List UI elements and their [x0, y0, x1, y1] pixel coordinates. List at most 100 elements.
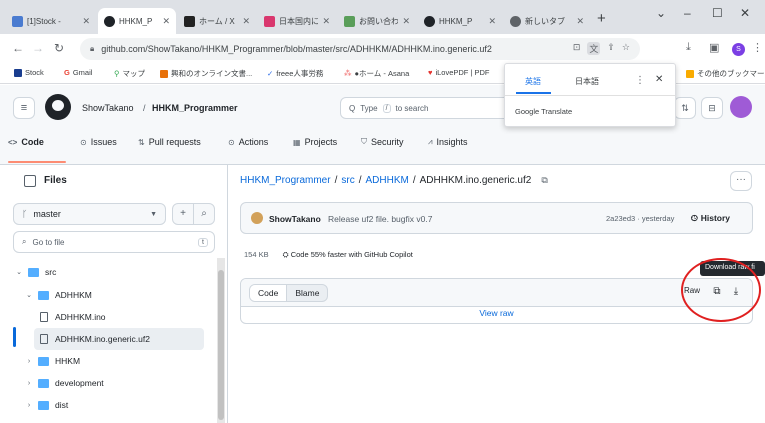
close-tab-icon[interactable]: ✕ — [242, 16, 250, 27]
browser-tab[interactable]: お問い合わ ✕ — [338, 8, 416, 34]
code-view-button[interactable]: Code — [250, 285, 288, 301]
site-favicon-icon — [264, 15, 275, 27]
user-avatar[interactable] — [730, 96, 752, 118]
chevron-right-icon[interactable]: › — [24, 380, 34, 387]
tree-item-adhhkm-ino[interactable]: ADHHKM.ino — [34, 306, 214, 328]
more-options-button[interactable]: ··· — [730, 171, 752, 191]
bookmark-item[interactable]: ⁂ ●ホーム - Asana — [344, 68, 409, 79]
github-logo-icon[interactable] — [45, 94, 71, 120]
close-window-button[interactable]: ✕ — [740, 6, 750, 20]
bookmark-star-icon[interactable]: ☆ — [622, 42, 630, 55]
go-to-file-input[interactable]: ⌕ Go to file t — [13, 231, 215, 253]
forward-arrow-icon[interactable]: → — [32, 41, 44, 55]
tab-actions[interactable]: ⊙ Actions — [228, 137, 268, 147]
close-tab-icon[interactable]: ✕ — [576, 16, 584, 27]
copilot-promo-link[interactable]: ⛭ Code 55% faster with GitHub Copilot — [283, 250, 413, 260]
chevron-down-icon[interactable]: ⌄ — [24, 291, 34, 299]
tree-item-dist[interactable]: › dist — [24, 394, 214, 416]
tree-item-adhhkm-uf2-selected[interactable]: ADHHKM.ino.generic.uf2 — [34, 328, 204, 350]
tab-issues[interactable]: ⊙ Issues — [80, 137, 117, 147]
sidebar-scrollbar[interactable] — [217, 258, 225, 423]
address-bar[interactable]: 🔒︎ github.com/ShowTakano/HHKM_Programmer… — [80, 38, 640, 60]
google-translate-popup: 英語 日本語 ⋮ ✕ Google Translate — [504, 63, 676, 127]
reload-icon[interactable]: ↻ — [54, 41, 64, 55]
github-search-input[interactable]: Q Type / to search — [340, 97, 530, 119]
view-raw-link[interactable]: View raw — [241, 308, 752, 318]
raw-button[interactable]: Raw — [684, 286, 700, 295]
translate-target-language-tab[interactable]: 日本語 — [575, 76, 599, 87]
history-label: History — [700, 213, 731, 223]
breadcrumb-separator: / — [358, 175, 362, 186]
translate-source-language-tab[interactable]: 英語 — [525, 76, 541, 87]
profile-avatar[interactable]: S — [732, 43, 745, 56]
download-raw-icon[interactable]: ⤓ — [728, 284, 744, 300]
bookmark-item[interactable]: ✓ freee人事労務 — [267, 68, 323, 79]
tab-pull-requests[interactable]: ⇅ Pull requests — [138, 137, 201, 147]
collapse-sidebar-icon[interactable] — [24, 175, 36, 187]
browser-tab[interactable]: 日本国内に ✕ — [258, 8, 336, 34]
chevron-down-icon[interactable]: ⌄ — [14, 268, 24, 276]
download-icon[interactable]: ⤓ — [686, 41, 691, 54]
bookmark-item[interactable]: G Gmail — [64, 68, 92, 77]
minimize-button[interactable]: – — [684, 6, 691, 20]
chevron-right-icon[interactable]: › — [24, 358, 34, 365]
commit-author-avatar[interactable] — [251, 212, 263, 224]
browser-tab-active[interactable]: HHKM_P ✕ — [98, 8, 176, 34]
blame-view-button[interactable]: Blame — [287, 285, 327, 301]
breadcrumb-dir-link[interactable]: ADHHKM — [365, 175, 408, 186]
copy-raw-icon[interactable]: ⧉ — [709, 284, 725, 300]
scrollbar-thumb[interactable] — [218, 270, 224, 420]
tab-security[interactable]: ⛉ Security — [361, 137, 404, 147]
close-tab-icon[interactable]: ✕ — [322, 16, 330, 27]
share-icon[interactable]: ⇪ — [607, 42, 615, 55]
browser-tab[interactable]: HHKM_P ✕ — [418, 8, 502, 34]
translate-icon[interactable]: 文 — [587, 42, 601, 55]
bookmark-item[interactable]: Stock — [14, 68, 44, 77]
close-tab-icon[interactable]: ✕ — [402, 16, 410, 27]
browser-tab[interactable]: [1]Stock - ✕ — [6, 8, 96, 34]
bookmark-item[interactable]: ⚲ マップ — [114, 68, 145, 79]
tab-insights[interactable]: ⩘ Insights — [428, 137, 468, 147]
maximize-button[interactable]: ☐ — [712, 6, 723, 20]
file-icon — [40, 312, 48, 322]
close-tab-icon[interactable]: ✕ — [82, 16, 90, 27]
other-bookmarks[interactable]: その他のブックマーク — [686, 68, 765, 79]
chevron-right-icon[interactable]: › — [24, 402, 34, 409]
close-tab-icon[interactable]: ✕ — [162, 16, 170, 27]
breadcrumb-src-link[interactable]: src — [341, 175, 354, 186]
search-files-button[interactable]: ⌕ — [193, 203, 215, 225]
tree-item-adhhkm[interactable]: ⌄ ADHHKM — [24, 284, 214, 306]
tab-code[interactable]: <> Code — [8, 137, 44, 147]
folder-icon — [38, 378, 49, 388]
side-panel-icon[interactable]: ▣ — [709, 41, 719, 54]
pull-requests-icon[interactable]: ⇅ — [674, 97, 696, 119]
google-lens-icon[interactable]: ⊡ — [573, 42, 581, 55]
commit-author-link[interactable]: ShowTakano — [269, 214, 321, 224]
copy-path-icon[interactable]: ⧉ — [541, 175, 547, 186]
translate-options-menu-icon[interactable]: ⋮ — [635, 75, 645, 86]
bookmark-item[interactable]: ♥ iLovePDF | PDF — [428, 68, 490, 77]
browser-menu-icon[interactable]: ⋮ — [752, 41, 763, 54]
browser-tab[interactable]: 新しいタブ ✕ — [504, 8, 590, 34]
new-tab-button[interactable]: + — [597, 10, 606, 27]
commit-hash-link[interactable]: 2a23ed3 · yesterday — [606, 214, 674, 223]
tab-search-chevron-icon[interactable]: ⌄ — [656, 6, 666, 20]
history-button[interactable]: 🕓︎ History — [691, 213, 730, 224]
tree-item-src[interactable]: ⌄ src — [14, 261, 214, 283]
close-icon[interactable]: ✕ — [655, 74, 663, 85]
add-file-button[interactable]: + — [172, 203, 194, 225]
bookmark-item[interactable]: 興和のオンライン文書... — [160, 68, 252, 79]
hamburger-menu-icon[interactable]: ≡ — [13, 97, 35, 119]
tab-projects[interactable]: ▦ Projects — [293, 137, 337, 147]
repo-owner-link[interactable]: ShowTakano — [82, 103, 134, 113]
repo-name-link[interactable]: HHKM_Programmer — [152, 103, 238, 113]
branch-selector[interactable]: ᚴ master ▼ — [13, 203, 166, 225]
tree-item-development[interactable]: › development — [24, 372, 214, 394]
commit-message-link[interactable]: Release uf2 file. bugfix v0.7 — [328, 214, 432, 224]
back-arrow-icon[interactable]: ← — [12, 41, 24, 55]
close-tab-icon[interactable]: ✕ — [488, 16, 496, 27]
inbox-icon[interactable]: ⊟ — [701, 97, 723, 119]
tree-item-hhkm[interactable]: › HHKM — [24, 350, 214, 372]
breadcrumb-repo-link[interactable]: HHKM_Programmer — [240, 175, 331, 186]
browser-tab[interactable]: ホーム / X ✕ — [178, 8, 256, 34]
